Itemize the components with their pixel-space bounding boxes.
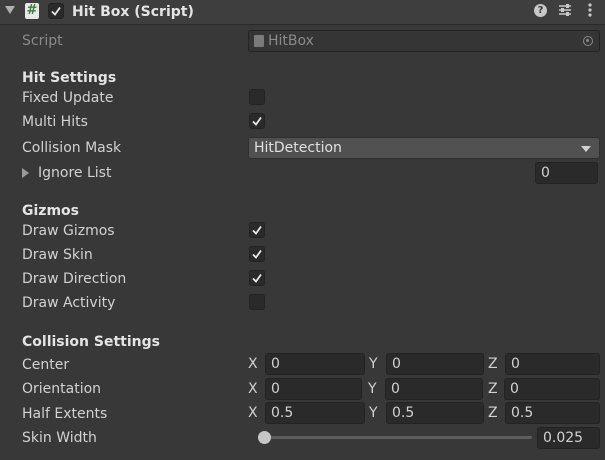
half-extents-x-axis-label: X	[248, 405, 258, 421]
skin-width-slider-thumb[interactable]	[258, 431, 272, 444]
center-y-axis-label: Y	[369, 356, 378, 372]
half-extents-z-axis-label: Z	[488, 405, 498, 421]
orientation-y-axis-label: Y	[368, 381, 377, 397]
draw-gizmos-label: Draw Gizmos	[22, 223, 115, 239]
half-extents-y-field[interactable]: 0.5	[386, 402, 484, 424]
hit-settings-heading: Hit Settings	[22, 70, 117, 86]
center-label: Center	[22, 357, 70, 373]
component-enabled-checkbox[interactable]	[48, 3, 64, 19]
component-title: Hit Box (Script)	[72, 4, 194, 20]
help-icon[interactable]: ?	[534, 4, 547, 17]
checkmark-icon	[252, 116, 262, 126]
ignore-list-size-field[interactable]: 0	[535, 162, 598, 184]
dropdown-arrow-icon	[581, 146, 591, 152]
draw-gizmos-checkbox[interactable]	[249, 222, 265, 238]
draw-skin-checkbox[interactable]	[249, 246, 265, 262]
checkmark-icon	[252, 249, 262, 259]
half-extents-y-axis-label: Y	[369, 405, 378, 421]
script-file-icon	[254, 35, 264, 47]
checkmark-icon	[51, 6, 61, 16]
object-picker-icon[interactable]	[583, 36, 593, 46]
draw-direction-checkbox[interactable]	[249, 270, 265, 286]
orientation-label: Orientation	[22, 381, 102, 397]
ignore-list-label[interactable]: Ignore List	[38, 164, 111, 182]
kebab-menu-icon[interactable]	[587, 3, 593, 17]
multi-hits-label: Multi Hits	[22, 114, 88, 130]
collision-settings-heading: Collision Settings	[22, 334, 160, 350]
orientation-y-field[interactable]: 0	[385, 378, 483, 400]
skin-width-field[interactable]: 0.025	[537, 427, 600, 449]
orientation-x-field[interactable]: 0	[265, 378, 362, 400]
center-z-axis-label: Z	[488, 356, 498, 372]
orientation-z-axis-label: Z	[488, 381, 498, 397]
multi-hits-checkbox[interactable]	[249, 113, 265, 129]
script-label: Script	[22, 33, 63, 49]
fixed-update-checkbox[interactable]	[249, 89, 265, 105]
ignore-list-foldout-icon[interactable]	[22, 168, 29, 178]
draw-skin-label: Draw Skin	[22, 247, 93, 263]
fixed-update-label: Fixed Update	[22, 90, 114, 106]
collision-mask-label: Collision Mask	[22, 140, 122, 156]
collision-mask-dropdown[interactable]: HitDetection	[248, 137, 600, 159]
presets-icon[interactable]	[558, 3, 572, 17]
draw-activity-label: Draw Activity	[22, 295, 116, 311]
gizmos-heading: Gizmos	[22, 203, 79, 219]
half-extents-label: Half Extents	[22, 406, 108, 422]
script-icon: #	[25, 3, 39, 19]
script-field[interactable]: HitBox	[248, 30, 600, 52]
collision-mask-value: HitDetection	[254, 140, 342, 156]
skin-width-slider-track[interactable]	[258, 436, 532, 439]
center-x-field[interactable]: 0	[265, 353, 365, 375]
center-x-axis-label: X	[248, 356, 258, 372]
orientation-z-field[interactable]: 0	[504, 378, 600, 400]
draw-direction-label: Draw Direction	[22, 271, 127, 287]
half-extents-z-field[interactable]: 0.5	[505, 402, 600, 424]
skin-width-label: Skin Width	[22, 430, 97, 446]
center-z-field[interactable]: 0	[505, 353, 600, 375]
half-extents-x-field[interactable]: 0.5	[265, 402, 365, 424]
center-y-field[interactable]: 0	[386, 353, 484, 375]
draw-activity-checkbox[interactable]	[249, 294, 265, 310]
orientation-x-axis-label: X	[248, 381, 258, 397]
foldout-arrow-icon[interactable]	[5, 6, 15, 14]
checkmark-icon	[252, 273, 262, 283]
checkmark-icon	[252, 225, 262, 235]
